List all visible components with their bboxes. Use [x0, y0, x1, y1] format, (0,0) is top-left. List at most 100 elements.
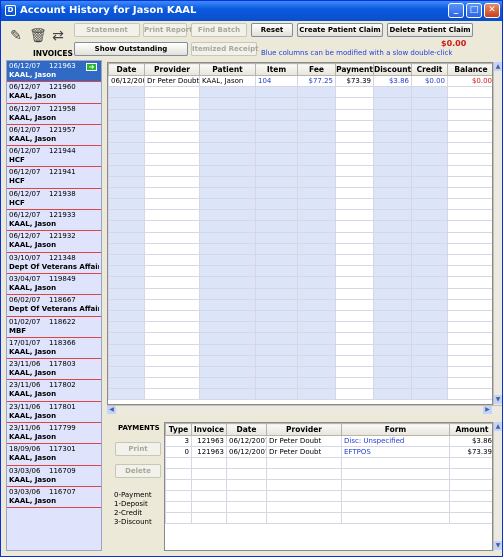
column-header[interactable]: Provider — [144, 63, 200, 76]
column-header[interactable]: Payment — [335, 63, 374, 76]
invoice-list-item[interactable]: 03/03/06 116707 KAAL, Jason — [7, 487, 101, 509]
invoice-list-item[interactable]: 03/10/07 121348 Dept Of Veterans Affairs — [7, 253, 101, 274]
empty-cell — [373, 332, 412, 345]
invoice-list-item[interactable]: 23/11/06 117803 KAAL, Jason — [7, 359, 101, 381]
payments-vertical-scrollbar[interactable]: ▲ ▼ — [493, 422, 502, 551]
cell-item: 104 — [255, 74, 298, 88]
empty-cell — [297, 343, 336, 356]
delete-patient-claim-button[interactable]: Delete Patient Claim — [387, 23, 473, 37]
empty-cell — [108, 276, 145, 289]
empty-cell — [335, 253, 374, 267]
invoice-list-item[interactable]: 06/12/07 121941 HCF — [7, 167, 101, 189]
empty-cell — [144, 365, 200, 379]
invoice-items-grid[interactable]: Date Provider Patient Item Fee Payment Discoun… — [107, 62, 493, 405]
title-bar[interactable]: D Account History for Jason KAAL _ □ ✕ — [1, 1, 502, 21]
show-outstanding-button[interactable]: Show Outstanding — [74, 42, 188, 56]
payments-grid[interactable]: Type Invoice Date Provider Form Amount 3 12196… — [164, 422, 493, 551]
table-row[interactable]: 0 121963 06/12/2007 Dr Peter Doubt EFTPOS $73… — [165, 446, 492, 458]
invoice-number: 117799 — [49, 424, 76, 433]
scroll-left-icon[interactable]: ◀ — [107, 406, 116, 414]
print-payment-button[interactable]: Print — [115, 442, 161, 456]
table-row[interactable]: 06/12/2007Dr Peter DoubtKAAL, Jason104$7… — [108, 74, 492, 88]
invoice-number: 121958 — [49, 104, 76, 113]
column-header[interactable]: Date — [226, 423, 267, 436]
empty-cell — [449, 490, 492, 502]
empty-cell — [411, 309, 448, 323]
table-row[interactable]: 3 121963 06/12/2007 Dr Peter Doubt Disc: Uns… — [165, 435, 492, 447]
items-horizontal-scrollbar[interactable]: ◀ ▶ — [107, 405, 502, 414]
invoice-list-item[interactable]: 06/12/07 121933 KAAL, Jason — [7, 210, 101, 232]
invoice-date: 03/10/07 — [9, 253, 41, 262]
empty-cell — [199, 343, 256, 356]
invoice-list-item[interactable]: 06/12/07 121963 KAAL, Jason ➜ — [7, 61, 101, 83]
scroll-right-icon[interactable]: ▶ — [483, 406, 492, 414]
print-report-button[interactable]: Print Report — [143, 23, 193, 37]
itemized-receipt-button[interactable]: Itemized Receipt — [191, 42, 258, 56]
column-header[interactable]: Type — [165, 423, 192, 436]
trash-icon[interactable]: 🗑 — [29, 27, 47, 45]
empty-cell — [335, 220, 374, 233]
scroll-up-icon[interactable]: ▲ — [494, 422, 502, 431]
create-patient-claim-button[interactable]: Create Patient Claim — [297, 23, 383, 37]
invoice-list-item[interactable]: 06/12/07 121958 KAAL, Jason — [7, 104, 101, 125]
invoice-number: 121963 — [49, 62, 76, 70]
column-header[interactable]: Discount — [373, 63, 412, 76]
column-header[interactable]: Item — [255, 63, 298, 76]
column-header[interactable]: Amount — [449, 423, 492, 436]
find-batch-button[interactable]: Find Batch — [191, 23, 247, 37]
minimize-button[interactable]: _ — [448, 3, 464, 18]
maximize-button[interactable]: □ — [466, 3, 482, 18]
column-header[interactable]: Invoice — [191, 423, 227, 436]
close-button[interactable]: ✕ — [484, 3, 500, 18]
empty-cell — [144, 175, 200, 188]
invoice-list-item[interactable]: 06/02/07 118667 Dept Of Veterans Affairs — [7, 295, 101, 317]
invoice-list[interactable]: 06/12/07 121963 KAAL, Jason ➜ 06/12/07 121960… — [6, 60, 102, 551]
invoice-list-item[interactable]: 06/12/07 121932 KAAL, Jason — [7, 231, 101, 253]
empty-cell — [297, 388, 336, 401]
column-header[interactable]: Credit — [411, 63, 448, 76]
empty-cell — [297, 276, 336, 289]
empty-cell — [411, 108, 448, 121]
column-header[interactable]: Form — [341, 423, 450, 436]
empty-cell — [199, 354, 256, 367]
statement-button[interactable]: Statement — [74, 23, 140, 37]
invoice-list-item[interactable]: 06/12/07 121960 KAAL, Jason — [7, 82, 101, 104]
scroll-up-icon[interactable]: ▲ — [494, 62, 502, 71]
column-header[interactable]: Balance — [447, 63, 492, 76]
invoice-list-item[interactable]: 03/04/07 119849 KAAL, Jason — [7, 274, 101, 296]
empty-cell — [144, 220, 200, 233]
empty-cell — [199, 86, 256, 99]
invoice-number: 121941 — [49, 168, 76, 177]
invoice-number: 117301 — [49, 445, 76, 454]
invoice-list-item[interactable]: 06/12/07 121957 KAAL, Jason — [7, 125, 101, 147]
table-row — [108, 119, 492, 132]
reset-button[interactable]: Reset — [251, 23, 293, 37]
invoice-list-item[interactable]: 06/12/07 121938 HCF — [7, 189, 101, 211]
empty-cell — [199, 309, 256, 323]
invoice-list-item[interactable]: 06/12/07 121944 HCF — [7, 146, 101, 168]
scroll-down-icon[interactable]: ▼ — [494, 541, 502, 550]
invoice-list-item[interactable]: 23/11/06 117801 KAAL, Jason — [7, 402, 101, 424]
empty-cell — [335, 265, 374, 278]
scroll-down-icon[interactable]: ▼ — [494, 395, 502, 404]
stapler-icon[interactable]: ✎ — [7, 27, 25, 45]
invoice-number: 118622 — [49, 317, 76, 326]
items-vertical-scrollbar[interactable]: ▲ ▼ — [493, 62, 502, 405]
column-header[interactable]: Date — [108, 63, 145, 76]
column-header[interactable]: Patient — [199, 63, 256, 76]
invoice-list-item[interactable]: 23/11/06 117799 KAAL, Jason — [7, 423, 101, 445]
empty-cell — [335, 142, 374, 155]
invoice-list-item[interactable]: 01/02/07 118622 MBF — [7, 317, 101, 338]
invoice-list-item[interactable]: 23/11/06 117802 KAAL, Jason — [7, 380, 101, 402]
delete-payment-button[interactable]: Delete — [115, 464, 161, 478]
column-header[interactable]: Fee — [297, 63, 336, 76]
invoice-list-item[interactable]: 17/01/07 118366 KAAL, Jason — [7, 338, 101, 360]
empty-cell — [108, 97, 145, 110]
invoice-list-item[interactable]: 03/03/06 116709 KAAL, Jason — [7, 466, 101, 487]
empty-cell — [144, 287, 200, 300]
invoice-list-item[interactable]: 18/09/06 117301 KAAL, Jason — [7, 444, 101, 466]
empty-cell — [297, 142, 336, 155]
transfer-icon[interactable]: ⇄ — [49, 27, 67, 45]
column-header[interactable]: Provider — [266, 423, 342, 436]
empty-cell — [411, 175, 448, 188]
